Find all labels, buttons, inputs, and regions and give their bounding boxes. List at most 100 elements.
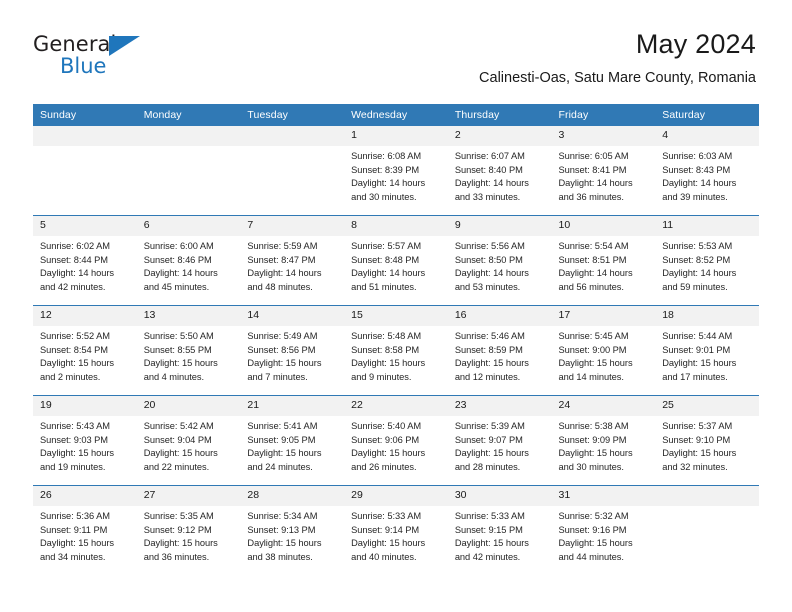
- sunrise-text: Sunrise: 6:02 AM: [40, 241, 110, 251]
- day-number: 24: [551, 396, 656, 416]
- calendar-day-cell[interactable]: 21 Sunrise: 5:41 AM Sunset: 9:05 PM Dayligh…: [240, 395, 345, 486]
- day-number: 28: [240, 486, 345, 506]
- daylight-text: and 44 minutes.: [558, 551, 624, 562]
- sunset-text: Sunset: 8:58 PM: [351, 344, 420, 355]
- sunset-text: Sunset: 9:13 PM: [247, 524, 316, 535]
- sunset-text: Sunset: 9:16 PM: [558, 524, 627, 535]
- day-number: 25: [655, 396, 759, 416]
- day-details: [33, 146, 137, 150]
- sunrise-text: Sunrise: 6:00 AM: [143, 241, 214, 251]
- day-number: 15: [344, 306, 448, 326]
- daylight-text: Daylight: 14 hours: [558, 178, 633, 189]
- daylight-text: and 53 minutes.: [454, 281, 521, 292]
- daylight-text: and 36 minutes.: [558, 191, 624, 202]
- calendar-week-row: 19 Sunrise: 5:43 AM Sunset: 9:03 PM Dayligh…: [33, 395, 759, 486]
- day-details: [655, 506, 759, 510]
- calendar-day-cell[interactable]: 12 Sunrise: 5:52 AM Sunset: 8:54 PM Dayligh…: [33, 305, 137, 396]
- calendar-day-cell[interactable]: 31 Sunrise: 5:32 AM Sunset: 9:16 PM Dayligh…: [551, 485, 656, 575]
- calendar-day-cell[interactable]: 9 Sunrise: 5:56 AM Sunset: 8:50 PM Daylight…: [447, 215, 552, 306]
- day-details: Sunrise: 5:41 AM Sunset: 9:05 PM Daylight:…: [240, 416, 344, 474]
- day-number: 11: [655, 216, 759, 236]
- calendar-day-cell[interactable]: 23 Sunrise: 5:39 AM Sunset: 9:07 PM Dayligh…: [447, 395, 552, 486]
- calendar-day-cell[interactable]: 19 Sunrise: 5:43 AM Sunset: 9:03 PM Dayligh…: [33, 395, 137, 486]
- daylight-text: Daylight: 14 hours: [454, 268, 529, 279]
- calendar-day-cell[interactable]: 28 Sunrise: 5:34 AM Sunset: 9:13 PM Dayligh…: [240, 485, 345, 575]
- calendar-day-cell[interactable]: 22 Sunrise: 5:40 AM Sunset: 9:06 PM Dayligh…: [344, 395, 448, 486]
- daylight-text: Daylight: 14 hours: [662, 178, 737, 189]
- day-details: Sunrise: 5:40 AM Sunset: 9:06 PM Daylight:…: [344, 416, 448, 474]
- calendar-day-cell[interactable]: 20 Sunrise: 5:42 AM Sunset: 9:04 PM Dayligh…: [136, 395, 241, 486]
- calendar-day-cell-empty: [240, 126, 345, 216]
- sunset-text: Sunset: 9:00 PM: [558, 344, 627, 355]
- sunset-text: Sunset: 8:59 PM: [454, 344, 523, 355]
- day-number: 10: [551, 216, 656, 236]
- daylight-text: Daylight: 15 hours: [143, 448, 218, 459]
- sunset-text: Sunset: 9:05 PM: [247, 434, 316, 445]
- daylight-text: and 38 minutes.: [247, 551, 313, 562]
- calendar-day-cell[interactable]: 27 Sunrise: 5:35 AM Sunset: 9:12 PM Dayligh…: [136, 485, 241, 575]
- calendar-day-cell[interactable]: 10 Sunrise: 5:54 AM Sunset: 8:51 PM Dayligh…: [551, 215, 656, 306]
- calendar-day-cell[interactable]: 15 Sunrise: 5:48 AM Sunset: 8:58 PM Dayligh…: [344, 305, 448, 396]
- calendar-day-cell[interactable]: 3 Sunrise: 6:05 AM Sunset: 8:41 PM Daylight…: [551, 126, 656, 216]
- daylight-text: and 24 minutes.: [247, 461, 313, 472]
- calendar-day-cell[interactable]: 2 Sunrise: 6:07 AM Sunset: 8:40 PM Daylight…: [447, 126, 552, 216]
- day-details: Sunrise: 5:59 AM Sunset: 8:47 PM Daylight:…: [240, 236, 344, 294]
- day-details: Sunrise: 6:05 AM Sunset: 8:41 PM Daylight:…: [552, 146, 656, 204]
- daylight-text: Daylight: 15 hours: [351, 358, 426, 369]
- calendar-day-cell[interactable]: 5 Sunrise: 6:02 AM Sunset: 8:44 PM Daylight…: [33, 215, 137, 306]
- day-number: 3: [551, 126, 656, 146]
- day-details: Sunrise: 5:52 AM Sunset: 8:54 PM Daylight:…: [33, 326, 137, 384]
- daylight-text: and 14 minutes.: [558, 371, 624, 382]
- sunset-text: Sunset: 9:03 PM: [40, 434, 108, 445]
- daylight-text: Daylight: 14 hours: [454, 178, 529, 189]
- calendar-day-cell[interactable]: 25 Sunrise: 5:37 AM Sunset: 9:10 PM Dayligh…: [655, 395, 759, 486]
- day-number: 31: [551, 486, 656, 506]
- calendar-day-cell-empty: [655, 485, 759, 575]
- sunrise-text: Sunrise: 5:46 AM: [454, 331, 525, 341]
- weekday-header-wednesday: Wednesday: [344, 104, 448, 126]
- sunset-text: Sunset: 8:54 PM: [40, 344, 108, 355]
- title-block: May 2024 Calinesti-Oas, Satu Mare County…: [479, 28, 756, 88]
- brand-logo[interactable]: General Blue: [33, 34, 163, 82]
- sunset-text: Sunset: 8:47 PM: [247, 254, 316, 265]
- day-number: 23: [447, 396, 552, 416]
- calendar-day-cell[interactable]: 7 Sunrise: 5:59 AM Sunset: 8:47 PM Daylight…: [240, 215, 345, 306]
- day-number: 18: [655, 306, 759, 326]
- daylight-text: and 12 minutes.: [454, 371, 521, 382]
- daylight-text: and 42 minutes.: [454, 551, 521, 562]
- calendar-day-cell[interactable]: 24 Sunrise: 5:38 AM Sunset: 9:09 PM Dayligh…: [551, 395, 656, 486]
- day-number: [240, 126, 345, 146]
- daylight-text: and 32 minutes.: [662, 461, 728, 472]
- calendar-day-cell[interactable]: 16 Sunrise: 5:46 AM Sunset: 8:59 PM Dayligh…: [447, 305, 552, 396]
- calendar-day-cell[interactable]: 11 Sunrise: 5:53 AM Sunset: 8:52 PM Dayligh…: [655, 215, 759, 306]
- brand-name-top: General: [33, 32, 117, 56]
- daylight-text: Daylight: 15 hours: [351, 538, 426, 549]
- calendar-day-cell[interactable]: 17 Sunrise: 5:45 AM Sunset: 9:00 PM Dayligh…: [551, 305, 656, 396]
- sunrise-text: Sunrise: 5:45 AM: [558, 331, 629, 341]
- daylight-text: and 51 minutes.: [351, 281, 417, 292]
- calendar-day-cell[interactable]: 1 Sunrise: 6:08 AM Sunset: 8:39 PM Daylight…: [344, 126, 448, 216]
- calendar-day-cell[interactable]: 13 Sunrise: 5:50 AM Sunset: 8:55 PM Dayligh…: [136, 305, 241, 396]
- brand-name-bottom: Blue: [60, 54, 107, 78]
- calendar-day-cell[interactable]: 30 Sunrise: 5:33 AM Sunset: 9:15 PM Dayligh…: [447, 485, 552, 575]
- day-number: 1: [344, 126, 448, 146]
- calendar-day-cell[interactable]: 18 Sunrise: 5:44 AM Sunset: 9:01 PM Dayligh…: [655, 305, 759, 396]
- day-details: Sunrise: 5:39 AM Sunset: 9:07 PM Daylight:…: [448, 416, 552, 474]
- sunrise-text: Sunrise: 5:56 AM: [454, 241, 525, 251]
- day-details: Sunrise: 5:57 AM Sunset: 8:48 PM Daylight:…: [344, 236, 448, 294]
- calendar-day-cell[interactable]: 4 Sunrise: 6:03 AM Sunset: 8:43 PM Daylight…: [655, 126, 759, 216]
- daylight-text: Daylight: 15 hours: [662, 448, 737, 459]
- daylight-text: and 45 minutes.: [143, 281, 210, 292]
- daylight-text: and 22 minutes.: [143, 461, 210, 472]
- calendar-day-cell[interactable]: 6 Sunrise: 6:00 AM Sunset: 8:46 PM Daylight…: [136, 215, 241, 306]
- calendar-day-cell[interactable]: 8 Sunrise: 5:57 AM Sunset: 8:48 PM Daylight…: [344, 215, 448, 306]
- day-details: Sunrise: 5:49 AM Sunset: 8:56 PM Daylight:…: [240, 326, 344, 384]
- daylight-text: Daylight: 15 hours: [454, 358, 529, 369]
- sunrise-text: Sunrise: 5:48 AM: [351, 331, 422, 341]
- daylight-text: and 17 minutes.: [662, 371, 728, 382]
- calendar-day-cell[interactable]: 29 Sunrise: 5:33 AM Sunset: 9:14 PM Dayligh…: [344, 485, 448, 575]
- calendar-day-cell[interactable]: 26 Sunrise: 5:36 AM Sunset: 9:11 PM Dayligh…: [33, 485, 137, 575]
- sunset-text: Sunset: 8:46 PM: [143, 254, 212, 265]
- day-number: 17: [551, 306, 656, 326]
- calendar-day-cell[interactable]: 14 Sunrise: 5:49 AM Sunset: 8:56 PM Dayligh…: [240, 305, 345, 396]
